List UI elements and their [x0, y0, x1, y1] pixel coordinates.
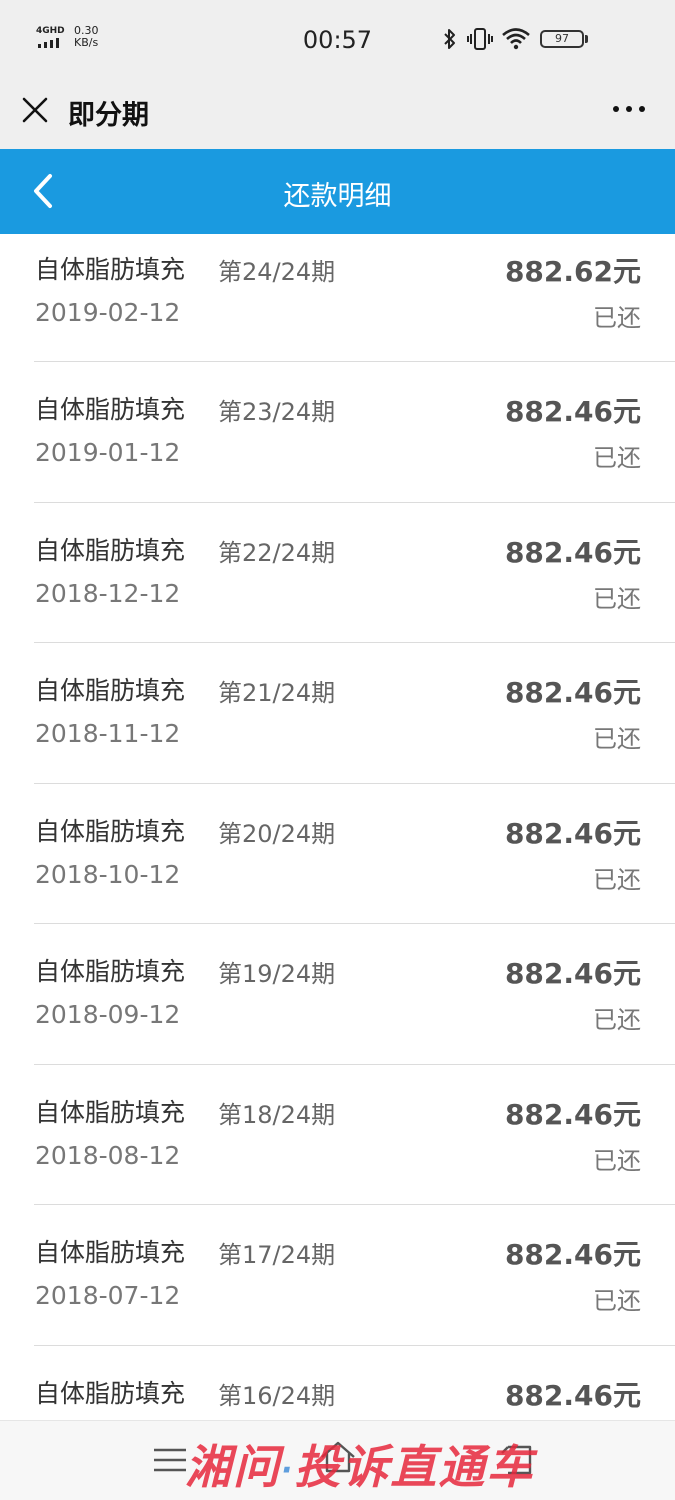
item-period: 第22/24期: [218, 538, 336, 567]
system-nav-bar: 湘问·投诉直通车: [0, 1420, 675, 1500]
battery-level: 97: [540, 30, 584, 48]
page-title: 还款明细: [283, 181, 392, 212]
item-name: 自体脂肪填充: [35, 1378, 186, 1408]
item-amount: 882.46元: [504, 535, 641, 569]
item-status: 已还: [593, 1287, 641, 1315]
item-amount: 882.46元: [504, 957, 641, 990]
item-amount: 882.46元: [504, 1378, 641, 1412]
list-item[interactable]: 自体脂肪填充 第20/24期 2018-10-12 882.46元 已还: [0, 784, 675, 924]
list-item[interactable]: 自体脂肪填充 第18/24期 2018-08-12 882.46元 已还: [0, 1065, 675, 1205]
more-icon[interactable]: [611, 101, 647, 117]
item-name: 自体脂肪填充: [35, 255, 186, 284]
item-name: 自体脂肪填充: [35, 676, 186, 705]
item-name: 自体脂肪填充: [35, 535, 186, 565]
item-period: 第16/24期: [218, 1381, 336, 1410]
item-amount: 882.46元: [504, 1097, 641, 1131]
repayment-list: 自体脂肪填充 第24/24期 2019-02-12 882.62元 已还 自体脂…: [0, 234, 675, 1420]
status-bar: 4GHD 0.30 KB/s 00:57 97: [0, 0, 675, 75]
wifi-icon: [502, 28, 530, 50]
item-amount: 882.46元: [504, 395, 641, 428]
item-status: 已还: [593, 304, 641, 332]
item-date: 2019-01-12: [35, 438, 181, 467]
item-name: 自体脂肪填充: [35, 816, 186, 846]
list-item[interactable]: 自体脂肪填充 第24/24期 2019-02-12 882.62元 已还: [0, 234, 675, 362]
watermark: 湘问·投诉直通车: [185, 1440, 535, 1494]
item-status: 已还: [593, 725, 641, 753]
bluetooth-icon: [444, 29, 455, 49]
item-amount: 882.46元: [504, 816, 641, 850]
item-amount: 882.46元: [504, 676, 641, 709]
list-item[interactable]: 自体脂肪填充 第17/24期 2018-07-12 882.46元 已还: [0, 1205, 675, 1346]
item-name: 自体脂肪填充: [35, 1097, 186, 1127]
item-date: 2018-11-12: [35, 719, 181, 748]
list-item[interactable]: 自体脂肪填充 第16/24期 882.46元: [0, 1346, 675, 1421]
item-date: 2018-07-12: [35, 1281, 181, 1310]
vibrate-icon: [467, 28, 493, 50]
item-date: 2019-02-12: [35, 298, 181, 327]
item-status: 已还: [593, 1006, 641, 1034]
list-item[interactable]: 自体脂肪填充 第19/24期 2018-09-12 882.46元 已还: [0, 924, 675, 1065]
item-amount: 882.62元: [504, 255, 641, 288]
page-header: 还款明细: [0, 149, 675, 234]
item-period: 第21/24期: [218, 679, 336, 707]
app-title: 即分期: [68, 100, 149, 131]
list-item[interactable]: 自体脂肪填充 第22/24期 2018-12-12 882.46元 已还: [0, 503, 675, 643]
item-period: 第18/24期: [218, 1100, 336, 1129]
item-status: 已还: [593, 444, 641, 472]
item-period: 第19/24期: [218, 960, 336, 988]
item-period: 第17/24期: [218, 1241, 336, 1269]
app-bar: 即分期: [0, 75, 675, 149]
list-item[interactable]: 自体脂肪填充 第21/24期 2018-11-12 882.46元 已还: [0, 643, 675, 784]
close-icon[interactable]: [20, 95, 50, 125]
item-name: 自体脂肪填充: [35, 1238, 186, 1267]
item-status: 已还: [593, 584, 641, 613]
item-status: 已还: [593, 1146, 641, 1175]
item-period: 第20/24期: [218, 819, 336, 848]
item-date: 2018-12-12: [35, 578, 181, 608]
list-item[interactable]: 自体脂肪填充 第23/24期 2019-01-12 882.46元 已还: [0, 362, 675, 503]
item-name: 自体脂肪填充: [35, 395, 186, 424]
item-date: 2018-08-12: [35, 1140, 181, 1170]
item-name: 自体脂肪填充: [35, 957, 186, 986]
item-date: 2018-10-12: [35, 859, 181, 889]
item-period: 第23/24期: [218, 398, 336, 426]
battery-icon: 97: [540, 30, 590, 50]
item-amount: 882.46元: [504, 1238, 641, 1271]
item-date: 2018-09-12: [35, 1000, 181, 1029]
item-status: 已还: [593, 865, 641, 894]
item-period: 第24/24期: [218, 258, 336, 286]
menu-icon[interactable]: [152, 1445, 188, 1475]
